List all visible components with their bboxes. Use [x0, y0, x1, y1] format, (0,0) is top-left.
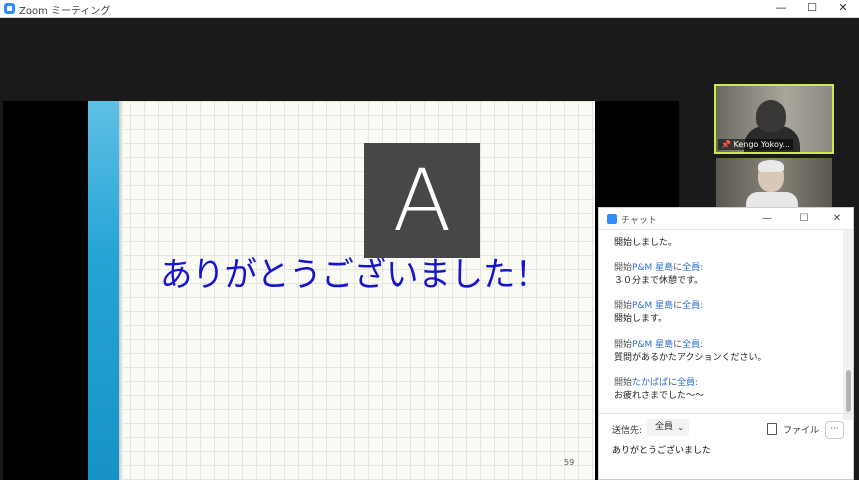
video-person-head: [756, 100, 786, 132]
chat-minimize-button[interactable]: —: [757, 211, 777, 226]
chat-message-text: 開始しました。: [614, 238, 678, 248]
sender-prefix: 開始: [614, 263, 633, 273]
slide-page-number: 59: [564, 458, 575, 467]
send-to-dropdown[interactable]: 全員 ⌄: [647, 419, 689, 436]
chat-title: チャット: [621, 216, 657, 226]
chat-message-text: お疲れさまでした〜〜: [614, 391, 705, 401]
window-titlebar: Zoom ミーティング — ☐ ✕: [0, 0, 859, 18]
participant-video[interactable]: [716, 158, 832, 210]
chat-divider: [599, 413, 853, 414]
chat-message-list[interactable]: 開始しました。 開始P&M 星島に全員: ３０分まで休憩です。 開始P&M 星島…: [599, 230, 843, 420]
participant-avatar-tile: A: [364, 143, 480, 258]
file-icon[interactable]: [767, 423, 777, 435]
minimize-button[interactable]: —: [766, 0, 796, 17]
sender-name: P&M 星島: [632, 301, 674, 311]
chat-message-text: 質問があるかたアクションください。: [614, 353, 767, 363]
chevron-down-icon: ⌄: [677, 423, 684, 432]
window-title: Zoom ミーティング: [19, 6, 111, 17]
recipient-connector: に: [673, 301, 683, 311]
sender-name: P&M 星島: [632, 263, 674, 273]
zoom-app-icon: [4, 3, 15, 14]
sender-prefix: 開始: [614, 301, 633, 311]
recipient-name: 全員:: [677, 378, 699, 388]
more-options-button[interactable]: ···: [825, 421, 844, 439]
chat-close-button[interactable]: ✕: [827, 211, 847, 226]
close-button[interactable]: ✕: [828, 0, 858, 17]
recipient-connector: に: [673, 340, 683, 350]
sender-name: P&M 星島: [632, 340, 674, 350]
chat-message-sender: 開始たかぱぱに全員:: [614, 375, 698, 388]
pin-icon: 📌: [721, 140, 731, 149]
send-to-label: 送信先:: [612, 426, 643, 436]
chat-maximize-button[interactable]: ☐: [794, 211, 814, 226]
slide-band-shadow: [119, 101, 123, 480]
participant-video-active[interactable]: 📌 Kengo Yokoy...: [714, 84, 834, 154]
recipient-name: 全員:: [682, 263, 704, 273]
video-person-hair: [758, 160, 784, 172]
chat-titlebar: チャット — ☐ ✕: [599, 208, 853, 230]
recipient-connector: に: [668, 378, 678, 388]
recipient-connector: に: [673, 263, 683, 273]
chat-panel: チャット — ☐ ✕ 開始しました。 開始P&M 星島に全員: ３０分まで休憩で…: [598, 207, 854, 480]
chat-input-field[interactable]: ありがとうございました: [612, 443, 711, 456]
sender-prefix: 開始: [614, 340, 633, 350]
participant-name: Kengo Yokoy...: [733, 140, 791, 149]
chat-message-text: 開始します。: [614, 314, 668, 324]
sender-prefix: 開始: [614, 378, 633, 388]
presentation-slide: ありがとうございました！ 59: [88, 101, 595, 480]
participant-name-label: 📌 Kengo Yokoy...: [718, 139, 794, 150]
chat-message-sender: 開始P&M 星島に全員:: [614, 298, 703, 311]
maximize-button[interactable]: ☐: [797, 0, 827, 17]
chat-scroll-thumb[interactable]: [846, 370, 851, 412]
recipient-name: 全員:: [682, 301, 704, 311]
slide-decorative-band: [88, 101, 119, 480]
chat-scrollbar[interactable]: [843, 230, 853, 420]
chat-message-sender: 開始P&M 星島に全員:: [614, 260, 703, 273]
recipient-name: 全員:: [682, 340, 704, 350]
chat-app-icon: [607, 214, 617, 224]
file-button[interactable]: ファイル: [783, 423, 819, 436]
chat-message-text: ３０分まで休憩です。: [614, 276, 704, 286]
send-to-value: 全員: [655, 422, 674, 432]
chat-message-sender: 開始P&M 星島に全員:: [614, 337, 703, 350]
sender-name: たかぱぱ: [632, 378, 669, 388]
slide-title: ありがとうございました！: [160, 255, 548, 295]
